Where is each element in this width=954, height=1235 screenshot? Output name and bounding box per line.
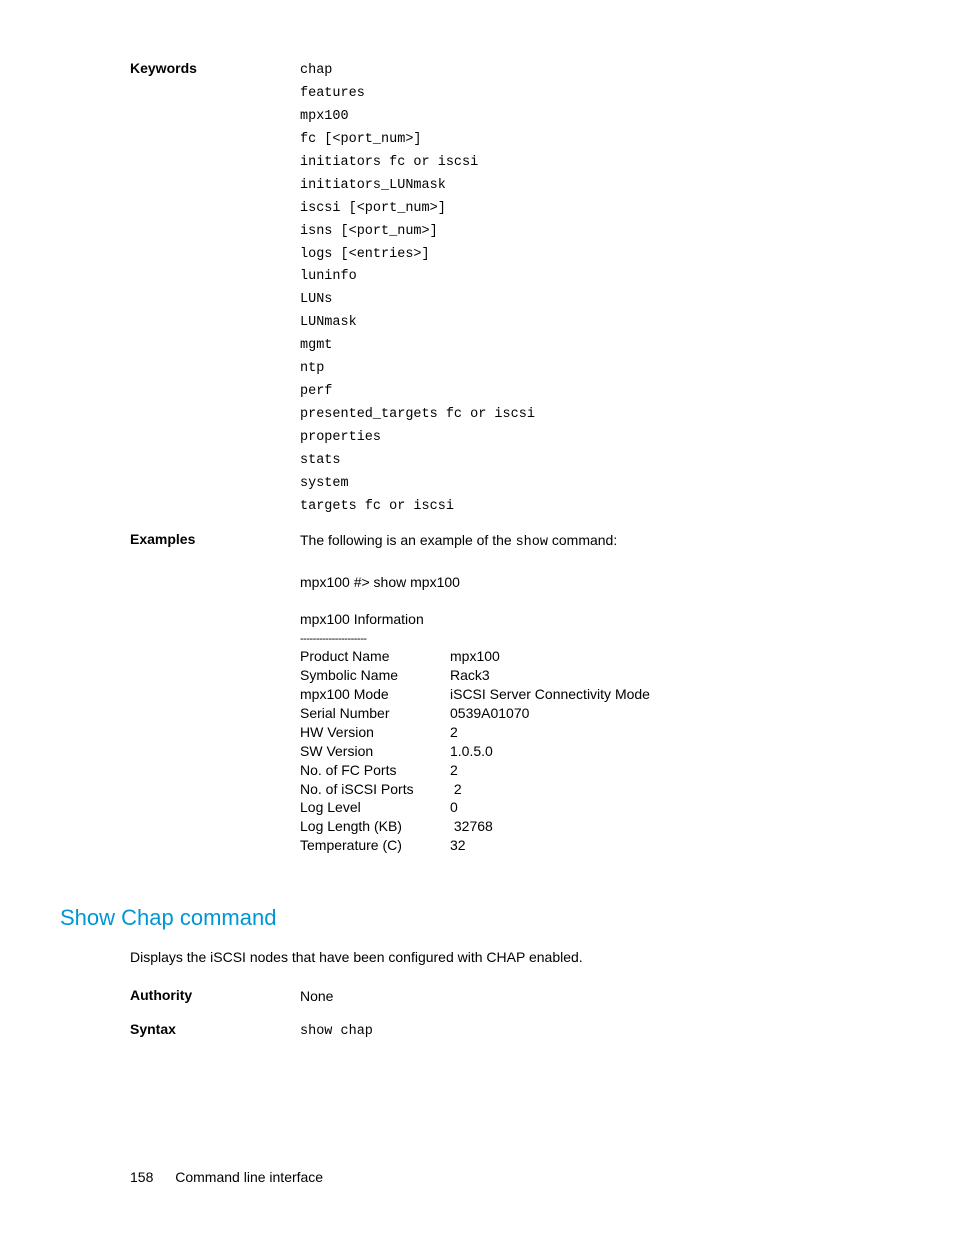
keyword-item: LUNs bbox=[300, 289, 894, 312]
info-label: No. of FC Ports bbox=[300, 761, 450, 780]
info-value: 1.0.5.0 bbox=[450, 742, 650, 761]
dash-separator: --------------------- bbox=[300, 632, 894, 647]
keyword-item: initiators fc or iscsi bbox=[300, 152, 894, 175]
info-value: 32 bbox=[450, 836, 650, 855]
keyword-item: mpx100 bbox=[300, 106, 894, 129]
keyword-item: initiators_LUNmask bbox=[300, 175, 894, 198]
page-number: 158 bbox=[130, 1169, 153, 1185]
info-label: No. of iSCSI Ports bbox=[300, 780, 450, 799]
info-label: Log Level bbox=[300, 798, 450, 817]
info-label: HW Version bbox=[300, 723, 450, 742]
footer-title: Command line interface bbox=[175, 1169, 323, 1185]
keyword-item: mgmt bbox=[300, 335, 894, 358]
keyword-item: features bbox=[300, 83, 894, 106]
info-value: 32768 bbox=[450, 817, 650, 836]
info-values-column: mpx100 Rack3 iSCSI Server Connectivity M… bbox=[450, 647, 650, 855]
info-label: Product Name bbox=[300, 647, 450, 666]
info-value: mpx100 bbox=[450, 647, 650, 666]
intro-pre: The following is an example of the bbox=[300, 532, 516, 548]
info-value: 0539A01070 bbox=[450, 704, 650, 723]
keyword-item: perf bbox=[300, 381, 894, 404]
keyword-item: chap bbox=[300, 60, 894, 83]
keyword-item: stats bbox=[300, 450, 894, 473]
keyword-item: LUNmask bbox=[300, 312, 894, 335]
keyword-item: iscsi [<port_num>] bbox=[300, 198, 894, 221]
intro-post: command: bbox=[548, 532, 617, 548]
authority-row: Authority None bbox=[60, 987, 894, 1007]
info-value: Rack3 bbox=[450, 666, 650, 685]
info-value: 2 bbox=[450, 780, 650, 799]
authority-label: Authority bbox=[60, 987, 300, 1007]
keywords-list: chap features mpx100 fc [<port_num>] ini… bbox=[300, 60, 894, 519]
keyword-item: ntp bbox=[300, 358, 894, 381]
document-page: Keywords chap features mpx100 fc [<port_… bbox=[0, 0, 954, 1235]
info-value: 0 bbox=[450, 798, 650, 817]
info-label: SW Version bbox=[300, 742, 450, 761]
syntax-label: Syntax bbox=[60, 1021, 300, 1044]
page-footer: 158 Command line interface bbox=[130, 1169, 323, 1185]
examples-row: Examples The following is an example of … bbox=[60, 531, 894, 855]
info-label: Symbolic Name bbox=[300, 666, 450, 685]
examples-label: Examples bbox=[60, 531, 300, 855]
keyword-item: system bbox=[300, 473, 894, 496]
keywords-label: Keywords bbox=[60, 60, 300, 519]
info-labels-column: Product Name Symbolic Name mpx100 Mode S… bbox=[300, 647, 450, 855]
keyword-item: properties bbox=[300, 427, 894, 450]
info-label: Temperature (C) bbox=[300, 836, 450, 855]
info-value: 2 bbox=[450, 761, 650, 780]
keyword-item: presented_targets fc or iscsi bbox=[300, 404, 894, 427]
example-command-line: mpx100 #> show mpx100 bbox=[300, 573, 894, 593]
example-intro: The following is an example of the show … bbox=[300, 531, 894, 555]
keyword-item: fc [<port_num>] bbox=[300, 129, 894, 152]
info-label: mpx100 Mode bbox=[300, 685, 450, 704]
info-table: Product Name Symbolic Name mpx100 Mode S… bbox=[300, 647, 894, 855]
intro-command: show bbox=[516, 535, 548, 550]
keyword-item: luninfo bbox=[300, 266, 894, 289]
section-description: Displays the iSCSI nodes that have been … bbox=[60, 949, 894, 965]
syntax-row: Syntax show chap bbox=[60, 1021, 894, 1044]
keyword-item: logs [<entries>] bbox=[300, 244, 894, 267]
info-value: iSCSI Server Connectivity Mode bbox=[450, 685, 650, 704]
info-label: Serial Number bbox=[300, 704, 450, 723]
section-heading: Show Chap command bbox=[60, 905, 894, 931]
keyword-item: targets fc or iscsi bbox=[300, 496, 894, 519]
keyword-item: isns [<port_num>] bbox=[300, 221, 894, 244]
authority-value: None bbox=[300, 987, 894, 1007]
keywords-row: Keywords chap features mpx100 fc [<port_… bbox=[60, 60, 894, 519]
examples-content: The following is an example of the show … bbox=[300, 531, 894, 855]
info-value: 2 bbox=[450, 723, 650, 742]
info-label: Log Length (KB) bbox=[300, 817, 450, 836]
example-output-title: mpx100 Information bbox=[300, 610, 894, 630]
syntax-value: show chap bbox=[300, 1021, 894, 1044]
